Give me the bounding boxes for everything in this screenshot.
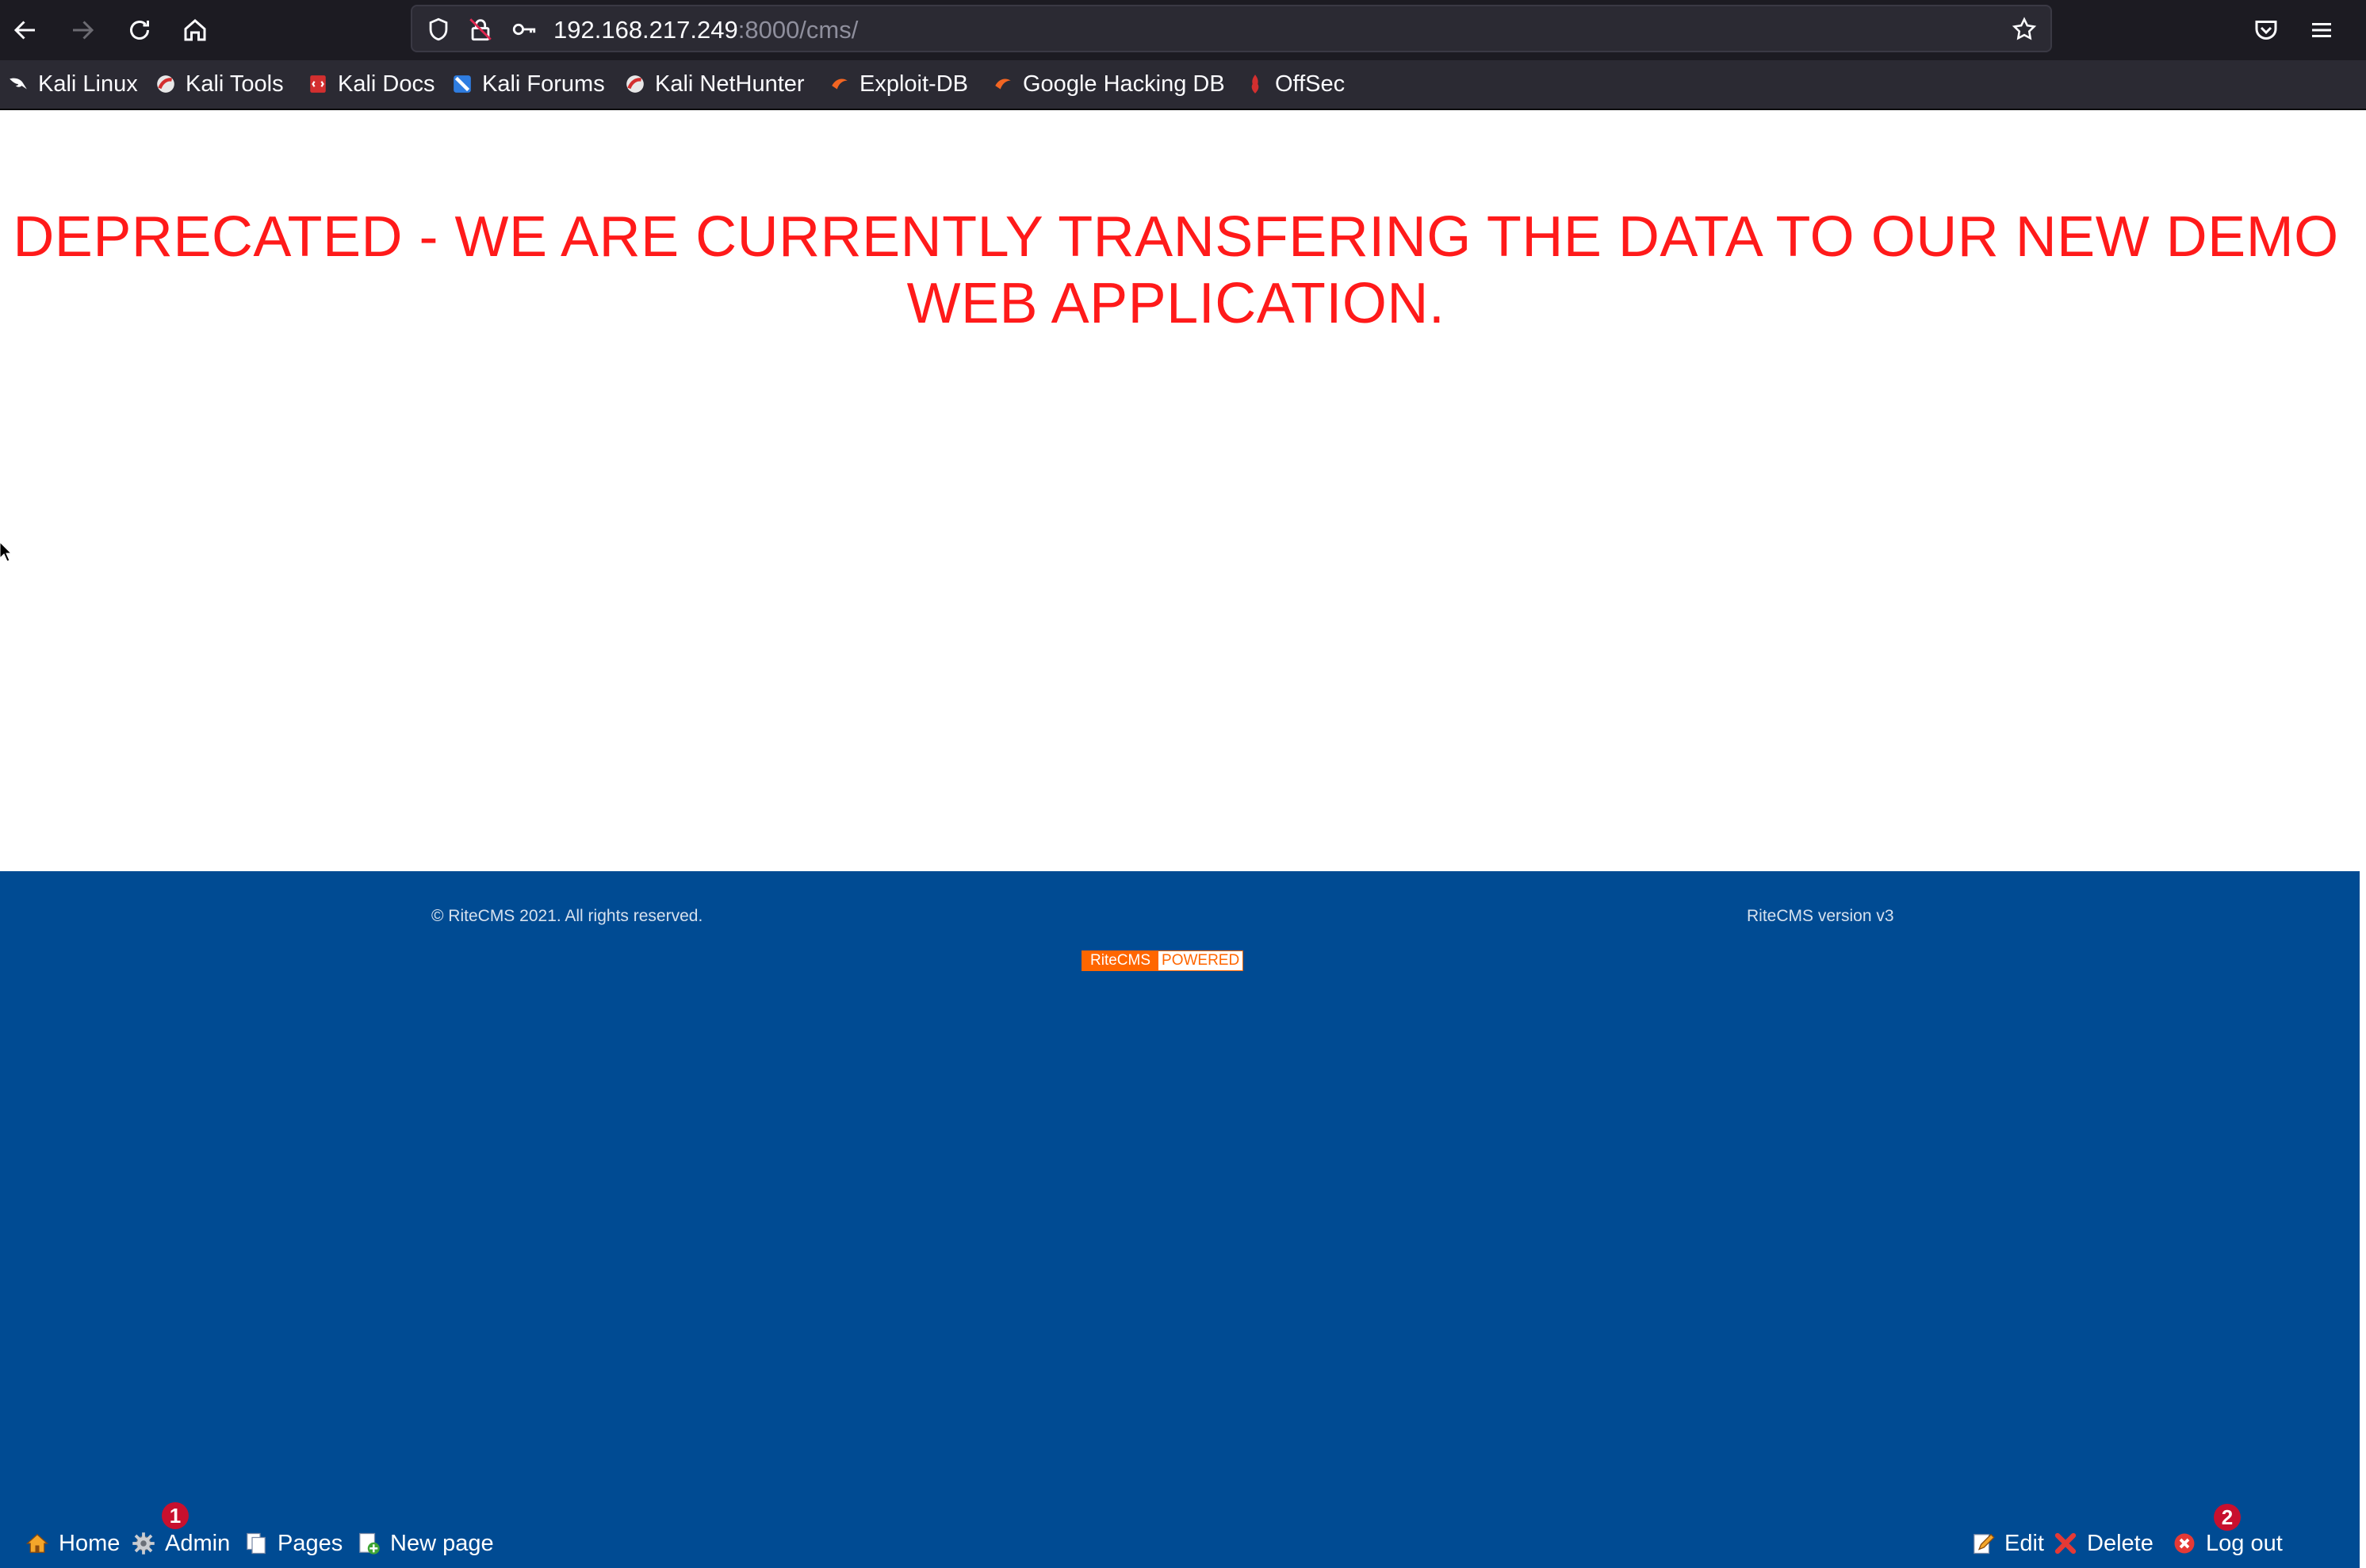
bookmark-label: Kali Forums [482, 71, 605, 97]
offsec-icon [1251, 75, 1259, 94]
hamburger-menu-icon [2312, 23, 2331, 37]
pocket-icon [2255, 21, 2277, 40]
bookmark-label: Kali NetHunter [655, 71, 805, 97]
delete-x-icon [2054, 1532, 2077, 1555]
exploit-db-icon [832, 78, 848, 90]
admin-home-link[interactable]: Home [25, 1529, 120, 1558]
pages-label: Pages [278, 1530, 343, 1556]
url-path: :8000/cms/ [737, 16, 859, 44]
key-icon[interactable] [509, 14, 539, 44]
forward-arrow-icon [73, 21, 94, 40]
page-content-area: DEPRECATED - WE ARE CURRENTLY TRANSFERIN… [0, 110, 2360, 871]
bookmark-label: Google Hacking DB [1023, 71, 1225, 97]
delete-label: Delete [2087, 1530, 2154, 1556]
bookmark-label: Kali Linux [38, 71, 138, 97]
notice-line-2: WEB APPLICATION. [906, 272, 1445, 335]
notice-line-1: DEPRECATED - WE ARE CURRENTLY TRANSFERIN… [13, 205, 2339, 269]
pages-icon [247, 1532, 266, 1555]
admin-label: Admin [165, 1530, 231, 1556]
logout-label: Log out [2206, 1530, 2283, 1556]
gear-icon [132, 1532, 155, 1555]
reload-icon [130, 21, 149, 40]
reload-button[interactable] [121, 11, 159, 49]
bookmark-kali-linux[interactable]: Kali Linux [8, 70, 138, 98]
edit-label: Edit [2004, 1530, 2044, 1556]
address-bar[interactable]: 192.168.217.249:8000/cms/ [411, 5, 2052, 52]
insecure-lock-icon[interactable] [465, 14, 496, 44]
bookmark-kali-nethunter[interactable]: Kali NetHunter [625, 70, 805, 98]
bookmark-star-icon[interactable] [2009, 14, 2039, 44]
badge-ritecms: RiteCMS [1082, 951, 1159, 970]
home-label: Home [59, 1530, 121, 1556]
edit-pencil-icon [1974, 1533, 1995, 1555]
home-icon [25, 1533, 49, 1553]
annotation-marker-1: 1 [162, 1502, 189, 1529]
ritecms-powered-badge[interactable]: RiteCMS POWERED [1082, 950, 1244, 971]
bookmark-label: OffSec [1275, 71, 1346, 97]
home-icon [184, 19, 206, 41]
new-page-icon [359, 1532, 380, 1555]
kali-nethunter-icon [626, 75, 644, 93]
bookmark-label: Kali Docs [338, 71, 435, 97]
tracking-protection-shield-icon[interactable] [423, 14, 454, 44]
kali-docs-icon [310, 75, 326, 93]
pocket-button[interactable] [2247, 11, 2285, 49]
kali-tools-icon [157, 75, 174, 93]
admin-edit-link[interactable]: Edit [1971, 1529, 2044, 1558]
annotation-marker-2: 2 [2214, 1504, 2241, 1531]
admin-pages-link[interactable]: Pages [244, 1529, 343, 1558]
logout-icon [2174, 1533, 2195, 1554]
menu-button[interactable] [2303, 11, 2341, 49]
footer-copyright: © RiteCMS 2021. All rights reserved. [431, 907, 703, 925]
bookmark-kali-docs[interactable]: Kali Docs [308, 70, 435, 98]
bookmark-google-hacking-db[interactable]: Google Hacking DB [993, 70, 1225, 98]
scrollbar-edge [2360, 110, 2366, 1568]
admin-new-page-link[interactable]: New page [357, 1529, 494, 1558]
forward-button[interactable] [63, 11, 101, 49]
back-button[interactable] [6, 11, 44, 49]
bookmark-offsec[interactable]: OffSec [1245, 70, 1345, 98]
kali-dragon-icon [10, 78, 27, 90]
bookmark-exploit-db[interactable]: Exploit-DB [829, 70, 968, 98]
admin-logout-link[interactable]: Log out [2173, 1529, 2283, 1558]
admin-toolbar: Home Admin Pages New page Edit Delete Lo… [0, 1502, 2366, 1566]
bookmark-label: Kali Tools [186, 71, 284, 97]
bookmarks-toolbar: Kali Linux Kali Tools Kali Docs Kali For… [0, 60, 2366, 110]
admin-delete-link[interactable]: Delete [2054, 1529, 2154, 1558]
url-host: 192.168.217.249 [553, 16, 738, 44]
bookmark-label: Exploit-DB [859, 71, 968, 97]
home-button[interactable] [176, 11, 214, 49]
bookmark-kali-forums[interactable]: Kali Forums [452, 70, 605, 98]
mouse-cursor-icon [0, 542, 11, 562]
kali-forums-icon [454, 75, 471, 93]
deprecation-notice: DEPRECATED - WE ARE CURRENTLY TRANSFERIN… [0, 204, 2352, 337]
ghdb-icon [995, 78, 1011, 90]
footer-version: RiteCMS version v3 [1747, 907, 1894, 925]
badge-powered: POWERED [1158, 951, 1243, 970]
back-arrow-icon [13, 21, 35, 40]
admin-link[interactable]: Admin [132, 1529, 230, 1558]
bookmark-kali-tools[interactable]: Kali Tools [155, 70, 284, 98]
browser-toolbar: 192.168.217.249:8000/cms/ [0, 0, 2366, 60]
url-text[interactable]: 192.168.217.249:8000/cms/ [553, 16, 858, 44]
new-page-label: New page [390, 1530, 494, 1556]
